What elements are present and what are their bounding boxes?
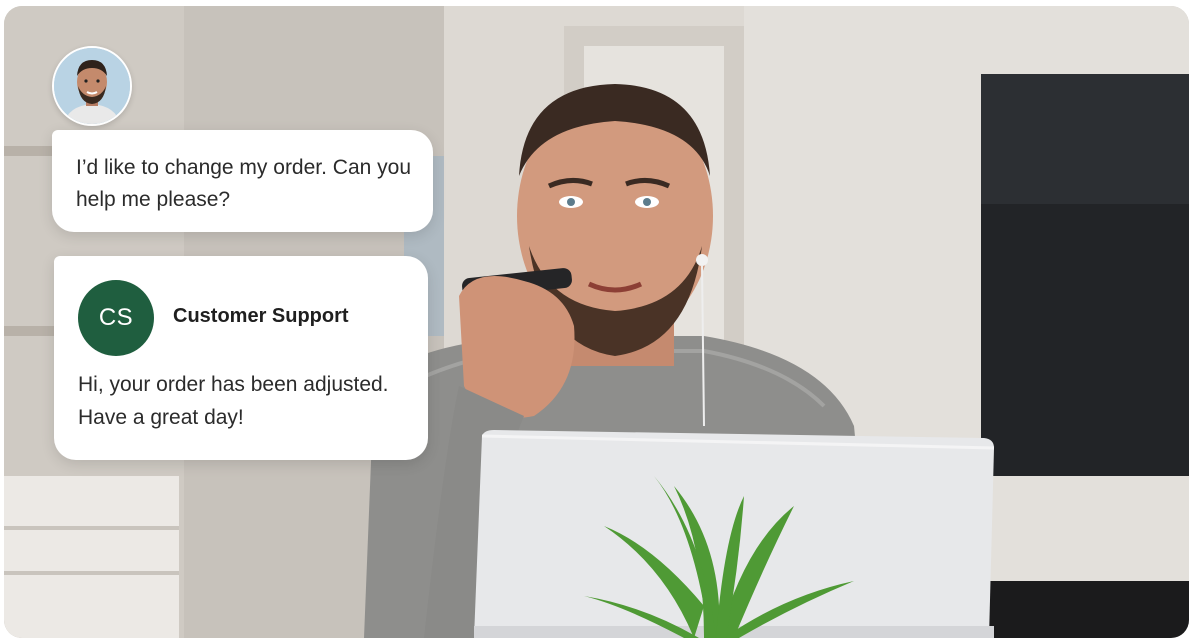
support-avatar-initials: CS xyxy=(98,304,134,331)
user-message-text: I’d like to change my order. Can you hel… xyxy=(76,156,412,211)
user-avatar-icon xyxy=(54,48,130,124)
user-message-bubble: I’d like to change my order. Can you hel… xyxy=(52,130,433,232)
support-avatar: CS xyxy=(78,280,154,356)
support-message-bubble: CS Customer Support Hi, your order has b… xyxy=(54,256,428,460)
hero-image-frame: I’d like to change my order. Can you hel… xyxy=(4,6,1189,638)
support-message-text: Hi, your order has been adjusted. Have a… xyxy=(78,373,389,429)
support-sender-name: Customer Support xyxy=(173,305,349,327)
user-avatar xyxy=(52,46,132,126)
